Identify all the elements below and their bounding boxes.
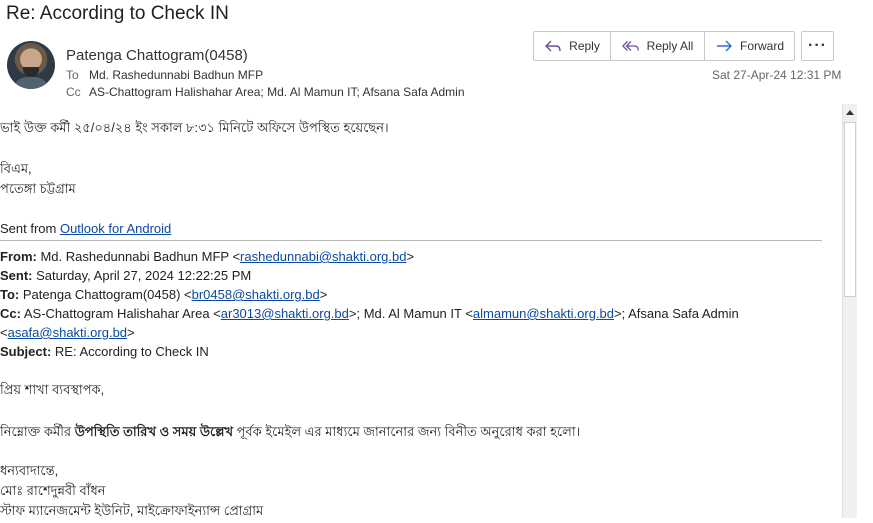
reply-label: Reply — [569, 39, 600, 53]
quoted-cc-email-1[interactable]: ar3013@shakti.org.bd — [221, 306, 349, 321]
avatar-shirt — [13, 77, 49, 89]
reply-all-button[interactable]: Reply All — [611, 32, 705, 60]
quoted-cc-name-1: AS-Chattogram Halishahar Area < — [20, 306, 221, 321]
quoted-sent-line: Sent: Saturday, April 27, 2024 12:22:25 … — [0, 268, 251, 283]
quoted-from-close: > — [406, 249, 415, 264]
quoted-from-line: From: Md. Rashedunnabi Badhun MFP <rashe… — [0, 249, 414, 264]
quoted-subject-value: RE: According to Check IN — [51, 344, 209, 359]
quoted-subject-label: Subject: — [0, 344, 52, 359]
quoted-thanks: ধন্যবাদান্তে, — [0, 463, 59, 478]
quoted-request-post: পূর্বক ইমেইল এর মাধ্যমে জানানোর জন্য বিন… — [233, 424, 581, 439]
reply-all-icon — [621, 41, 639, 51]
outlook-android-link[interactable]: Outlook for Android — [60, 221, 171, 236]
body-line-branch: পতেঙ্গা চট্টগ্রাম — [0, 181, 76, 196]
quoted-from-label: From: — [0, 249, 37, 264]
quoted-cc-label: Cc: — [0, 306, 21, 321]
vertical-scrollbar[interactable] — [842, 104, 857, 518]
cc-recipients[interactable]: AS-Chattogram Halishahar Area; Md. Al Ma… — [89, 85, 465, 99]
quoted-sent-label: Sent: — [0, 268, 33, 283]
sender-name[interactable]: Patenga Chattogram(0458) — [66, 47, 248, 64]
scroll-thumb[interactable] — [844, 122, 856, 297]
quoted-cc-email-3[interactable]: asafa@shakti.org.bd — [8, 325, 127, 340]
quoted-sig-name: মোঃ রাশেদুন্নবী বাঁধন — [0, 483, 106, 498]
quoted-cc-open: < — [0, 325, 8, 340]
reply-icon — [545, 40, 561, 52]
quoted-cc-name-2: >; Md. Al Mamun IT < — [348, 306, 473, 321]
avatar-beard — [23, 67, 39, 77]
more-icon: ··· — [808, 37, 827, 54]
forward-icon — [716, 40, 732, 52]
quoted-to-line: To: Patenga Chattogram(0458) <br0458@sha… — [0, 287, 327, 302]
quoted-greeting: প্রিয় শাখা ব্যবস্থাপক, — [0, 382, 105, 397]
quoted-cc-email-2[interactable]: almamun@shakti.org.bd — [473, 306, 614, 321]
quoted-cc-line-2: <asafa@shakti.org.bd> — [0, 325, 135, 340]
quoted-cc-name-3: >; Afsana Safa Admin — [614, 306, 739, 321]
quoted-divider — [0, 240, 822, 241]
forward-button[interactable]: Forward — [705, 32, 794, 60]
sent-from-prefix: Sent from — [0, 221, 60, 236]
to-label: To — [66, 68, 79, 82]
quoted-request: নিম্নোক্ত কর্মীর উপস্থিতি তারিখ ও সময় উ… — [0, 423, 580, 444]
quoted-sent-value: Saturday, April 27, 2024 12:22:25 PM — [32, 268, 252, 283]
body-line-bm: বিএম, — [0, 161, 32, 176]
forward-label: Forward — [739, 39, 784, 53]
scroll-up-arrow-icon[interactable] — [843, 104, 857, 120]
reply-actions: Reply Reply All Forward — [533, 31, 795, 61]
sent-from-line: Sent from Outlook for Android — [0, 221, 171, 236]
quoted-from-name: Md. Rashedunnabi Badhun MFP < — [36, 249, 241, 264]
body-line-checkin: ভাই উক্ত কর্মী ২৫/০৪/২৪ ইং সকাল ৮:৩১ মিন… — [0, 120, 389, 135]
quoted-from-email[interactable]: rashedunnabi@shakti.org.bd — [240, 249, 406, 264]
reply-button[interactable]: Reply — [534, 32, 611, 60]
quoted-to-name: Patenga Chattogram(0458) < — [19, 287, 192, 302]
quoted-request-pre: নিম্নোক্ত কর্মীর — [0, 424, 75, 439]
quoted-sig-unit: স্টাফ ম্যানেজমেন্ট ইউনিট, মাইক্রোফাইন্যা… — [0, 503, 264, 518]
quoted-cc-line: Cc: AS-Chattogram Halishahar Area <ar301… — [0, 306, 739, 321]
more-actions-button[interactable]: ··· — [801, 31, 834, 61]
quoted-to-label: To: — [0, 287, 20, 302]
quoted-cc-close: > — [127, 325, 135, 340]
cc-label: Cc — [66, 85, 81, 99]
email-subject: Re: According to Check IN — [6, 3, 229, 24]
email-date: Sat 27-Apr-24 12:31 PM — [712, 68, 842, 82]
quoted-to-close: > — [319, 287, 328, 302]
sender-avatar[interactable] — [7, 41, 55, 89]
quoted-subject-line: Subject: RE: According to Check IN — [0, 344, 209, 359]
to-recipients[interactable]: Md. Rashedunnabi Badhun MFP — [89, 68, 263, 82]
quoted-to-email[interactable]: br0458@shakti.org.bd — [192, 287, 320, 302]
reply-all-label: Reply All — [646, 39, 694, 53]
quoted-request-bold: উপস্থিতি তারিখ ও সময় উল্লেখ — [74, 424, 233, 439]
